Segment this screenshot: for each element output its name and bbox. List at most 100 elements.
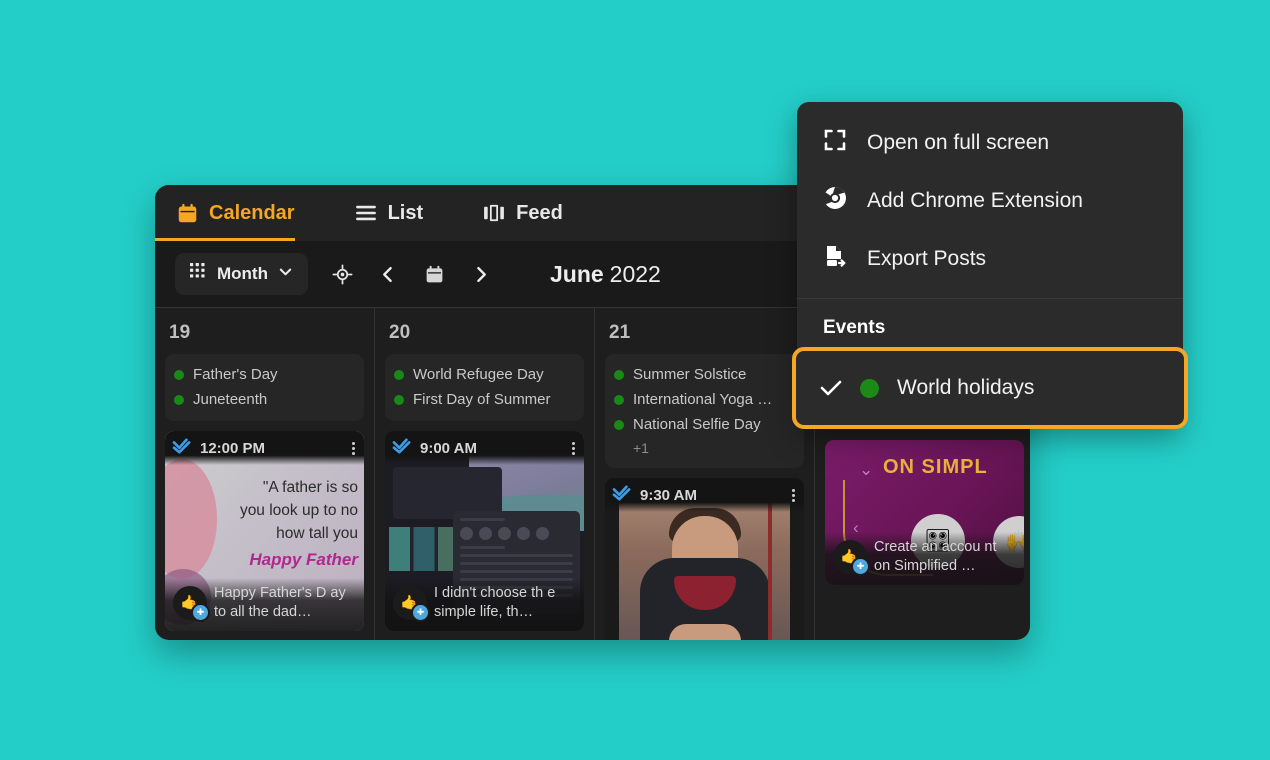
next-month-button[interactable] — [460, 253, 502, 295]
holiday-label: Juneteenth — [193, 391, 268, 408]
day-cell-21[interactable]: 21 Summer Solstice International Yoga … … — [595, 308, 815, 640]
twitter-icon: ✚ — [411, 603, 430, 622]
tab-calendar-label: Calendar — [209, 201, 295, 224]
double-check-icon — [612, 484, 632, 506]
holiday-list[interactable]: Summer Solstice International Yoga … Nat… — [605, 354, 804, 468]
tab-feed-label: Feed — [516, 201, 563, 224]
holiday-item[interactable]: World Refugee Day — [394, 362, 575, 387]
post-time: 12:00 PM — [200, 439, 266, 457]
options-dropdown-menu: Open on full screen Add Chrome Extension… — [792, 102, 1188, 429]
quote-line: how tall you — [276, 525, 358, 542]
day-cell-20[interactable]: 20 World Refugee Day First Day of Summer — [375, 308, 595, 640]
holiday-item[interactable]: National Selfie Day — [614, 412, 795, 437]
holiday-label: Father's Day — [193, 366, 278, 383]
avatar: 🤙 ✚ — [173, 586, 210, 622]
date-picker-button[interactable] — [414, 253, 456, 295]
quote-line: you look up to no — [239, 502, 358, 519]
tab-list-label: List — [387, 201, 424, 224]
holiday-dot-icon — [394, 369, 404, 380]
grid-icon — [190, 263, 207, 285]
quote-highlight: Happy Father — [249, 550, 358, 569]
post-card[interactable]: "A father is so you look up to no how ta… — [165, 431, 364, 631]
holiday-item[interactable]: Juneteenth — [174, 387, 355, 412]
date-nav-group — [322, 253, 502, 295]
today-button[interactable] — [322, 253, 364, 295]
chrome-icon — [823, 186, 847, 216]
menu-item-label: Export Posts — [867, 247, 987, 270]
chevron-down-icon — [278, 264, 293, 284]
view-mode-label: Month — [217, 264, 268, 283]
post-footer: 🤙 ✚ Create an accou nt on Simplified … — [825, 532, 1024, 585]
decor-blob — [165, 459, 217, 579]
current-month: June — [549, 260, 604, 287]
menu-item-add-chrome-extension[interactable]: Add Chrome Extension — [797, 172, 1183, 230]
twitter-icon: ✚ — [851, 557, 870, 576]
menu-item-label: Add Chrome Extension — [867, 189, 1083, 212]
holiday-label: International Yoga … — [633, 391, 773, 408]
tab-calendar[interactable]: Calendar — [155, 185, 317, 241]
holiday-list[interactable]: Father's Day Juneteenth — [165, 354, 364, 421]
list-icon — [355, 204, 377, 222]
post-card[interactable]: ON SIMPL ⌄ ‹ 🎛 🙌 🤙 ✚ Create an accou nt … — [825, 440, 1024, 585]
holiday-dot-icon — [394, 394, 404, 405]
menu-item-export-posts[interactable]: Export Posts — [797, 230, 1183, 288]
tab-feed[interactable]: Feed — [483, 185, 585, 241]
tab-list[interactable]: List — [355, 185, 446, 241]
avatar: 🤙 ✚ — [833, 540, 870, 576]
post-footer: 🤙 ✚ I didn't choose th e simple life, th… — [385, 578, 584, 631]
kebab-menu-icon[interactable] — [352, 441, 355, 455]
holiday-item[interactable]: Father's Day — [174, 362, 355, 387]
post-header: 12:00 PM — [165, 431, 364, 465]
event-color-dot-icon — [860, 378, 879, 398]
day-number: 20 — [389, 322, 411, 343]
more-holidays-link[interactable]: +1 — [614, 437, 795, 459]
post-time: 9:30 AM — [640, 486, 697, 504]
day-number: 19 — [169, 322, 191, 343]
post-caption: Create an accou nt on Simplified … — [874, 539, 997, 574]
holiday-label: National Selfie Day — [633, 416, 761, 433]
post-time: 9:00 AM — [420, 439, 477, 457]
fullscreen-icon — [823, 128, 847, 158]
double-check-icon — [392, 437, 412, 459]
post-footer: 🤙 ✚ Happy Father's D ay to all the dad… — [165, 578, 364, 631]
event-label: World holidays — [897, 376, 1035, 399]
holiday-label: First Day of Summer — [413, 391, 551, 408]
promo-title: ON SIMPL — [883, 456, 988, 478]
event-item-world-holidays[interactable]: World holidays — [796, 351, 1184, 425]
events-highlight-box: World holidays — [792, 347, 1188, 429]
feed-icon — [483, 204, 505, 222]
menu-item-open-full-screen[interactable]: Open on full screen — [797, 114, 1183, 172]
holiday-item[interactable]: International Yoga … — [614, 387, 795, 412]
kebab-menu-icon[interactable] — [792, 488, 795, 502]
month-year-title: June 2022 — [550, 261, 661, 288]
post-caption: Happy Father's D ay to all the dad… — [214, 585, 346, 620]
menu-section-title-events: Events — [823, 317, 886, 338]
double-check-icon — [172, 437, 192, 459]
quote-line: "A father is so — [262, 479, 358, 496]
avatar: 🤙 ✚ — [393, 586, 430, 622]
chevron-down-icon: ⌄ — [859, 460, 874, 479]
menu-item-label: Open on full screen — [867, 131, 1050, 154]
holiday-label: Summer Solstice — [633, 366, 747, 383]
prev-month-button[interactable] — [368, 253, 410, 295]
holiday-dot-icon — [614, 369, 624, 380]
kebab-menu-icon[interactable] — [572, 441, 575, 455]
holiday-dot-icon — [614, 394, 624, 405]
holiday-item[interactable]: First Day of Summer — [394, 387, 575, 412]
export-icon — [823, 244, 847, 274]
calendar-icon — [177, 203, 198, 224]
holiday-label: World Refugee Day — [413, 366, 544, 383]
day-number: 21 — [609, 322, 631, 343]
post-caption: I didn't choose th e simple life, th… — [434, 585, 556, 620]
post-header: 9:30 AM — [605, 478, 804, 512]
holiday-item[interactable]: Summer Solstice — [614, 362, 795, 387]
post-card[interactable]: 9:30 AM — [605, 478, 804, 640]
post-header: 9:00 AM — [385, 431, 584, 465]
holiday-list[interactable]: World Refugee Day First Day of Summer — [385, 354, 584, 421]
holiday-dot-icon — [174, 394, 184, 405]
day-cell-19[interactable]: 19 Father's Day Juneteenth "A father is … — [155, 308, 375, 640]
view-mode-select[interactable]: Month — [175, 253, 308, 295]
post-card[interactable]: 9:00 AM 🤙 ✚ I didn't choose th e simple … — [385, 431, 584, 631]
decor-hands — [668, 624, 741, 640]
check-icon — [820, 379, 842, 397]
